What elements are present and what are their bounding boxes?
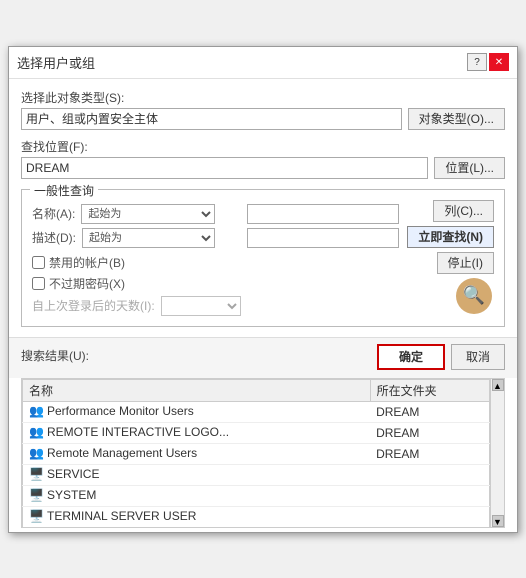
ok-cancel-row: 搜索结果(U): 确定 取消	[9, 337, 517, 378]
cell-folder: DREAM	[370, 401, 489, 422]
object-type-button[interactable]: 对象类型(O)...	[408, 108, 505, 130]
object-type-section: 选择此对象类型(S): 对象类型(O)...	[21, 89, 505, 130]
days-label: 自上次登录后的天数(I):	[32, 297, 155, 314]
cell-name: 👥REMOTE INTERACTIVE LOGO...	[23, 422, 371, 443]
name-row: 名称(A): 起始为	[32, 204, 399, 224]
cell-name: 👥Performance Monitor Users	[23, 401, 371, 422]
cell-folder	[370, 506, 489, 527]
col-folder: 所在文件夹	[370, 379, 489, 401]
cell-name: 🖥️TERMINAL SERVER USER	[23, 506, 371, 527]
help-button[interactable]: ?	[467, 53, 487, 71]
table-row[interactable]: 🖥️SYSTEM	[23, 485, 490, 506]
cell-folder	[370, 464, 489, 485]
object-type-row: 对象类型(O)...	[21, 108, 505, 130]
close-button[interactable]: ✕	[489, 53, 509, 71]
table-scroll[interactable]: 名称 所在文件夹 👥Performance Monitor UsersDREAM…	[22, 379, 490, 527]
dialog-title: 选择用户或组	[17, 53, 95, 72]
cell-name: 🖥️SYSTEM	[23, 485, 371, 506]
general-query-box: 一般性查询 名称(A): 起始为 描述(D):	[21, 189, 505, 327]
table-wrapper: 名称 所在文件夹 👥Performance Monitor UsersDREAM…	[21, 378, 505, 528]
days-select[interactable]	[161, 296, 241, 316]
general-query-title: 一般性查询	[30, 182, 98, 199]
table-row[interactable]: 👥Performance Monitor UsersDREAM	[23, 401, 490, 422]
disabled-accounts-check[interactable]: 禁用的帐户(B)	[32, 254, 399, 271]
results-table: 名称 所在文件夹 👥Performance Monitor UsersDREAM…	[22, 379, 490, 527]
location-section: 查找位置(F): 位置(L)...	[21, 138, 505, 179]
search-magnifier-icon: 🔍	[456, 278, 492, 314]
cell-name: 👥Remote Management Users	[23, 443, 371, 464]
query-left: 名称(A): 起始为 描述(D): 起始为	[32, 198, 399, 316]
title-controls: ? ✕	[467, 53, 509, 71]
name-label: 名称(A):	[32, 205, 75, 222]
name-select[interactable]: 起始为	[81, 204, 215, 224]
table-row[interactable]: 🖥️SERVICE	[23, 464, 490, 485]
query-section-row: 名称(A): 起始为 描述(D): 起始为	[32, 198, 494, 318]
table-row[interactable]: 👥REMOTE INTERACTIVE LOGO...DREAM	[23, 422, 490, 443]
table-row[interactable]: 👥Remote Management UsersDREAM	[23, 443, 490, 464]
checkboxes: 禁用的帐户(B) 不过期密码(X)	[32, 254, 399, 292]
desc-label: 描述(D):	[32, 229, 76, 246]
object-type-input[interactable]	[21, 108, 402, 130]
results-section: 名称 所在文件夹 👥Performance Monitor UsersDREAM…	[9, 378, 517, 532]
desc-row: 描述(D): 起始为	[32, 228, 399, 248]
location-button[interactable]: 位置(L)...	[434, 157, 505, 179]
location-input[interactable]	[21, 157, 428, 179]
results-label: 搜索结果(U):	[21, 347, 371, 364]
table-header-row: 名称 所在文件夹	[23, 379, 490, 401]
dialog-body: 选择此对象类型(S): 对象类型(O)... 查找位置(F): 位置(L)...…	[9, 79, 517, 337]
find-now-button[interactable]: 立即查找(N)	[407, 226, 494, 248]
desc-input[interactable]	[247, 228, 399, 248]
cell-folder: DREAM	[370, 443, 489, 464]
stop-button[interactable]: 停止(I)	[437, 252, 494, 274]
object-type-label: 选择此对象类型(S):	[21, 89, 505, 106]
cell-folder	[370, 485, 489, 506]
cell-folder: DREAM	[370, 422, 489, 443]
select-user-dialog: 选择用户或组 ? ✕ 选择此对象类型(S): 对象类型(O)... 查找位置(F…	[8, 46, 518, 533]
no-expire-pwd-check[interactable]: 不过期密码(X)	[32, 275, 399, 292]
search-icon-area: 🔍	[454, 278, 494, 318]
col-name: 名称	[23, 379, 371, 401]
query-right-buttons: 列(C)... 立即查找(N) 停止(I) 🔍	[407, 198, 494, 318]
title-bar: 选择用户或组 ? ✕	[9, 47, 517, 79]
ok-button[interactable]: 确定	[377, 344, 445, 370]
col-button[interactable]: 列(C)...	[433, 200, 494, 222]
table-row[interactable]: 🖥️TERMINAL SERVER USER	[23, 506, 490, 527]
location-row: 位置(L)...	[21, 157, 505, 179]
name-input[interactable]	[247, 204, 399, 224]
days-row: 自上次登录后的天数(I):	[32, 296, 399, 316]
location-label: 查找位置(F):	[21, 138, 505, 155]
cell-name: 🖥️SERVICE	[23, 464, 371, 485]
desc-select[interactable]: 起始为	[82, 228, 215, 248]
scrollbar[interactable]: ▲ ▼	[490, 379, 504, 527]
cancel-button[interactable]: 取消	[451, 344, 505, 370]
